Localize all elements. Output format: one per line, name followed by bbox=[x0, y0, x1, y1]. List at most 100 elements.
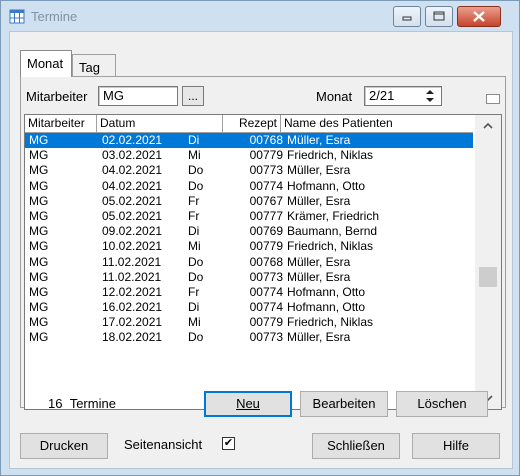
loeschen-button[interactable]: Löschen bbox=[396, 391, 488, 417]
table-row[interactable]: MG 11.02.2021 Do 00773 Müller, Esra bbox=[25, 270, 473, 285]
loeschen-label: Löschen bbox=[417, 396, 467, 411]
cell-rezept: 00779 bbox=[249, 315, 283, 330]
cell-rezept: 00774 bbox=[249, 178, 283, 193]
list-rows: MG 02.02.2021 Di 00768 Müller, Esra MG 03.02.2… bbox=[25, 133, 473, 346]
table-row[interactable]: MG 04.02.2021 Do 00774 Hofmann, Otto bbox=[25, 179, 473, 194]
cell-name: Friedrich, Niklas bbox=[287, 148, 374, 163]
bearbeiten-label: Bearbeiten bbox=[312, 396, 376, 411]
cell-rezept: 00773 bbox=[249, 269, 283, 284]
cell-name: Baumann, Bernd bbox=[287, 224, 378, 239]
cell-name: Hofmann, Otto bbox=[287, 284, 366, 299]
table-row[interactable]: MG 11.02.2021 Do 00768 Müller, Esra bbox=[25, 255, 473, 270]
table-row[interactable]: MG 05.02.2021 Fr 00777 Krämer, Friedrich bbox=[25, 209, 473, 224]
cell-rezept: 00774 bbox=[249, 300, 283, 315]
drucken-button[interactable]: Drucken bbox=[20, 433, 108, 459]
cell-tag: Do bbox=[188, 330, 204, 345]
neu-button[interactable]: Neu bbox=[204, 391, 292, 417]
mitarbeiter-label: Mitarbeiter bbox=[26, 89, 88, 104]
cell-datum: 03.02.2021 bbox=[102, 148, 163, 163]
close-button[interactable] bbox=[457, 6, 501, 27]
vertical-scrollbar[interactable] bbox=[475, 115, 501, 409]
tab-monat[interactable]: Monat bbox=[20, 50, 72, 77]
cell-mitarbeiter: MG bbox=[29, 300, 49, 315]
cell-tag: Do bbox=[188, 269, 204, 284]
hilfe-label: Hilfe bbox=[442, 438, 469, 453]
cell-name: Müller, Esra bbox=[287, 269, 351, 284]
termine-window: Termine Monat Tag Mitarbeiter MG ... Mon… bbox=[0, 0, 520, 476]
table-row[interactable]: MG 18.02.2021 Do 00773 Müller, Esra bbox=[25, 330, 473, 345]
header-name[interactable]: Name des Patienten bbox=[281, 115, 473, 132]
cell-mitarbeiter: MG bbox=[29, 315, 49, 330]
cell-datum: 18.02.2021 bbox=[102, 330, 163, 345]
header-datum[interactable]: Datum bbox=[97, 115, 223, 132]
title-bar[interactable]: Termine bbox=[1, 1, 519, 31]
termine-list[interactable]: Mitarbeiter Datum Rezept Name des Patien… bbox=[24, 114, 502, 410]
cell-tag: Fr bbox=[188, 284, 200, 299]
schliessen-button[interactable]: Schließen bbox=[312, 433, 400, 459]
cell-datum: 12.02.2021 bbox=[102, 284, 163, 299]
cell-rezept: 00768 bbox=[249, 254, 283, 269]
cell-datum: 05.02.2021 bbox=[102, 193, 163, 208]
spin-down-icon bbox=[426, 98, 434, 102]
cell-tag: Do bbox=[188, 163, 204, 178]
cell-tag: Di bbox=[188, 300, 200, 315]
minimize-button[interactable] bbox=[393, 6, 421, 27]
cell-datum: 16.02.2021 bbox=[102, 300, 163, 315]
monat-value: 2/21 bbox=[369, 88, 395, 103]
browse-mitarbeiter-button[interactable]: ... bbox=[182, 86, 204, 106]
cell-datum: 05.02.2021 bbox=[102, 208, 163, 223]
spin-up-icon bbox=[426, 90, 434, 94]
cell-datum: 04.02.2021 bbox=[102, 178, 163, 193]
table-row[interactable]: MG 10.02.2021 Mi 00779 Friedrich, Niklas bbox=[25, 239, 473, 254]
maximize-button[interactable] bbox=[425, 6, 453, 27]
cell-tag: Fr bbox=[188, 208, 200, 223]
cell-rezept: 00777 bbox=[249, 208, 283, 223]
bearbeiten-button[interactable]: Bearbeiten bbox=[300, 391, 388, 417]
header-mitarbeiter[interactable]: Mitarbeiter bbox=[25, 115, 97, 132]
hilfe-button[interactable]: Hilfe bbox=[412, 433, 500, 459]
cell-tag: Fr bbox=[188, 193, 200, 208]
tab-tag-label: Tag bbox=[79, 60, 100, 75]
cell-rezept: 00769 bbox=[249, 224, 283, 239]
cell-name: Friedrich, Niklas bbox=[287, 239, 374, 254]
drucken-label: Drucken bbox=[39, 438, 89, 453]
header-rezept[interactable]: Rezept bbox=[223, 115, 281, 132]
table-row[interactable]: MG 05.02.2021 Fr 00767 Müller, Esra bbox=[25, 194, 473, 209]
cell-mitarbeiter: MG bbox=[29, 224, 49, 239]
cell-name: Müller, Esra bbox=[287, 163, 351, 178]
cell-mitarbeiter: MG bbox=[29, 269, 49, 284]
spin-icon[interactable] bbox=[422, 87, 438, 105]
mitarbeiter-value: MG bbox=[103, 88, 124, 103]
window-title: Termine bbox=[31, 9, 78, 24]
tab-tag[interactable]: Tag bbox=[72, 54, 116, 77]
table-row[interactable]: MG 16.02.2021 Di 00774 Hofmann, Otto bbox=[25, 300, 473, 315]
cell-name: Krämer, Friedrich bbox=[287, 208, 380, 223]
table-row[interactable]: MG 17.02.2021 Mi 00779 Friedrich, Niklas bbox=[25, 315, 473, 330]
termine-count: 16 Termine bbox=[48, 396, 116, 411]
table-row[interactable]: MG 04.02.2021 Do 00773 Müller, Esra bbox=[25, 163, 473, 178]
table-row[interactable]: MG 09.02.2021 Di 00769 Baumann, Bernd bbox=[25, 224, 473, 239]
table-row[interactable]: MG 03.02.2021 Mi 00779 Friedrich, Niklas bbox=[25, 148, 473, 163]
close-icon bbox=[473, 11, 485, 22]
cell-name: Müller, Esra bbox=[287, 193, 351, 208]
mitarbeiter-input[interactable]: MG bbox=[98, 86, 178, 106]
cell-tag: Do bbox=[188, 254, 204, 269]
seitenansicht-label: Seitenansicht bbox=[124, 437, 203, 452]
scroll-thumb[interactable] bbox=[479, 267, 497, 287]
size-grip[interactable] bbox=[486, 94, 500, 104]
cell-mitarbeiter: MG bbox=[29, 163, 49, 178]
cell-rezept: 00773 bbox=[249, 163, 283, 178]
table-row[interactable]: MG 12.02.2021 Fr 00774 Hofmann, Otto bbox=[25, 285, 473, 300]
scroll-up-icon[interactable] bbox=[475, 117, 501, 135]
tab-monat-label: Monat bbox=[27, 56, 64, 71]
cell-name: Müller, Esra bbox=[287, 254, 351, 269]
cell-mitarbeiter: MG bbox=[29, 133, 49, 147]
cell-mitarbeiter: MG bbox=[29, 330, 49, 345]
maximize-icon bbox=[433, 11, 445, 21]
calendar-icon bbox=[9, 9, 25, 24]
count-value: 16 bbox=[48, 396, 63, 411]
seitenansicht-checkbox[interactable]: ✔ bbox=[222, 437, 235, 450]
cell-mitarbeiter: MG bbox=[29, 284, 49, 299]
table-row[interactable]: MG 02.02.2021 Di 00768 Müller, Esra bbox=[25, 133, 473, 149]
cell-datum: 09.02.2021 bbox=[102, 224, 163, 239]
